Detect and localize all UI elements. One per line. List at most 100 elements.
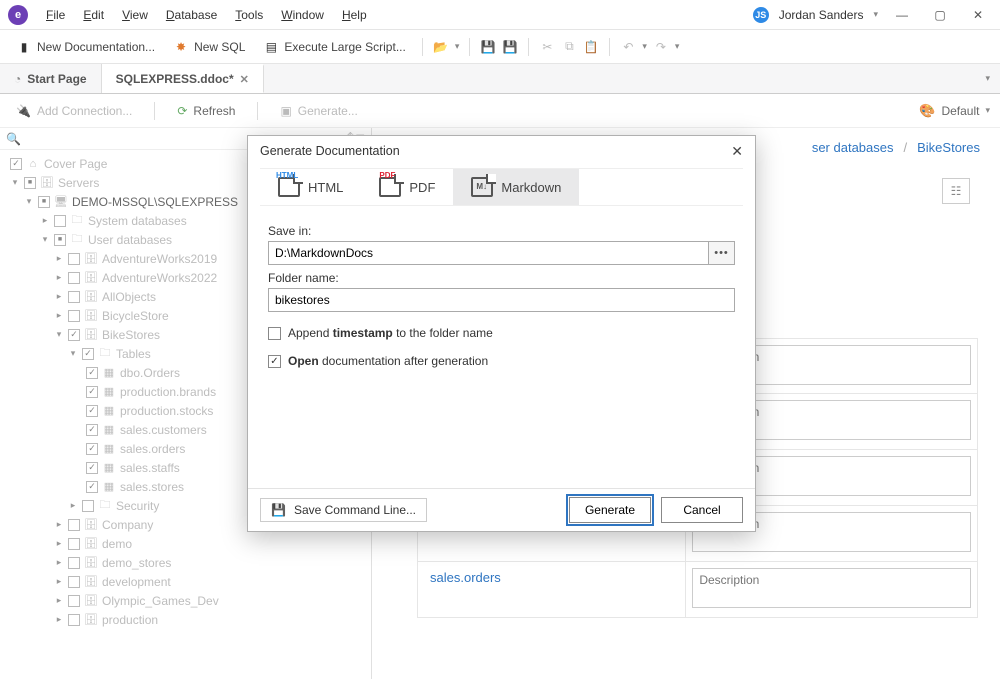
database-icon: 🗄 bbox=[84, 328, 98, 341]
tree-db-development[interactable]: ▸🗄development bbox=[6, 572, 371, 591]
expand-icon[interactable]: ▸ bbox=[54, 291, 64, 302]
expand-icon[interactable]: ▸ bbox=[54, 557, 64, 568]
format-tab-html[interactable]: HTML HTML bbox=[260, 169, 361, 205]
menu-edit[interactable]: Edit bbox=[75, 4, 112, 26]
menu-tools[interactable]: Tools bbox=[227, 4, 271, 26]
tab-overflow-icon[interactable]: ▾ bbox=[985, 73, 990, 84]
checkbox[interactable] bbox=[68, 519, 80, 531]
tab-sqlexpress-ddoc[interactable]: SQLEXPRESS.ddoc* ✕ bbox=[102, 64, 264, 93]
user-avatar[interactable]: JS bbox=[753, 7, 769, 23]
checkbox[interactable] bbox=[54, 215, 66, 227]
save-icon[interactable]: 💾 bbox=[480, 39, 496, 55]
theme-selector[interactable]: 🎨 Default ▾ bbox=[919, 103, 990, 119]
tree-db-olympic_games_dev[interactable]: ▸🗄Olympic_Games_Dev bbox=[6, 591, 371, 610]
checkbox[interactable] bbox=[68, 272, 80, 284]
tab-close-icon[interactable]: ✕ bbox=[240, 73, 249, 86]
append-timestamp-checkbox[interactable] bbox=[268, 327, 281, 340]
expand-icon[interactable]: ▾ bbox=[40, 234, 50, 245]
undo-dropdown-icon[interactable]: ▾ bbox=[642, 41, 647, 52]
expand-icon[interactable]: ▸ bbox=[54, 272, 64, 283]
window-minimize-button[interactable]: — bbox=[888, 5, 916, 25]
expand-icon[interactable]: ▸ bbox=[54, 576, 64, 587]
tree-db-production[interactable]: ▸🗄production bbox=[6, 610, 371, 629]
checkbox[interactable] bbox=[86, 386, 98, 398]
expand-icon[interactable]: ▾ bbox=[68, 348, 78, 359]
checkbox[interactable] bbox=[86, 462, 98, 474]
expand-icon[interactable]: ▾ bbox=[10, 177, 20, 188]
browse-button[interactable]: ••• bbox=[709, 241, 735, 265]
tree-db-demo[interactable]: ▸🗄demo bbox=[6, 534, 371, 553]
menu-database[interactable]: Database bbox=[158, 4, 225, 26]
window-close-button[interactable]: ✕ bbox=[964, 5, 992, 25]
expand-icon[interactable]: ▸ bbox=[54, 310, 64, 321]
open-icon[interactable]: 📂 bbox=[433, 39, 449, 55]
user-dropdown-icon[interactable]: ▾ bbox=[873, 9, 878, 20]
checkbox[interactable] bbox=[68, 310, 80, 322]
paste-icon[interactable]: 📋 bbox=[583, 39, 599, 55]
menu-window[interactable]: Window bbox=[273, 4, 332, 26]
checkbox[interactable] bbox=[68, 557, 80, 569]
append-timestamp-row[interactable]: Append timestamp to the folder name bbox=[268, 326, 735, 340]
cancel-button[interactable]: Cancel bbox=[661, 497, 743, 523]
execute-large-script-button[interactable]: ▤ Execute Large Script... bbox=[257, 35, 411, 59]
expand-icon[interactable]: ▸ bbox=[54, 519, 64, 530]
save-all-icon[interactable]: 💾 bbox=[502, 39, 518, 55]
expand-icon[interactable]: ▸ bbox=[54, 595, 64, 606]
expand-icon[interactable]: ▸ bbox=[68, 500, 78, 511]
copy-icon[interactable]: ⧉ bbox=[561, 39, 577, 55]
cut-icon[interactable]: ✂ bbox=[539, 39, 555, 55]
expand-icon[interactable]: ▸ bbox=[54, 538, 64, 549]
checkbox[interactable] bbox=[86, 405, 98, 417]
checkbox[interactable] bbox=[82, 500, 94, 512]
user-name[interactable]: Jordan Sanders bbox=[779, 8, 864, 22]
open-after-checkbox[interactable] bbox=[268, 355, 281, 368]
checkbox[interactable] bbox=[86, 424, 98, 436]
expand-icon[interactable]: ▾ bbox=[54, 329, 64, 340]
tab-start-page[interactable]: ◔ Start Page bbox=[0, 64, 102, 93]
menu-view[interactable]: View bbox=[114, 4, 156, 26]
save-in-input[interactable] bbox=[268, 241, 709, 265]
redo-icon[interactable]: ↷ bbox=[653, 39, 669, 55]
checkbox[interactable] bbox=[10, 158, 22, 170]
redo-dropdown-icon[interactable]: ▾ bbox=[675, 41, 680, 52]
checkbox[interactable] bbox=[68, 595, 80, 607]
open-after-row[interactable]: Open documentation after generation bbox=[268, 354, 735, 368]
expand-icon[interactable]: ▸ bbox=[54, 614, 64, 625]
checkbox[interactable] bbox=[68, 614, 80, 626]
format-tab-markdown[interactable]: M↓ Markdown bbox=[453, 169, 579, 205]
menu-help[interactable]: Help bbox=[334, 4, 375, 26]
new-documentation-button[interactable]: ▮ New Documentation... bbox=[10, 35, 161, 59]
refresh-icon: ⟳ bbox=[177, 104, 187, 118]
folder-name-input[interactable] bbox=[268, 288, 735, 312]
undo-icon[interactable]: ↶ bbox=[620, 39, 636, 55]
checkbox[interactable] bbox=[54, 234, 66, 246]
checkbox[interactable] bbox=[68, 329, 80, 341]
plug-icon: 🔌 bbox=[16, 104, 31, 118]
open-dropdown-icon[interactable]: ▾ bbox=[455, 41, 460, 52]
checkbox[interactable] bbox=[82, 348, 94, 360]
window-maximize-button[interactable]: ▢ bbox=[926, 5, 954, 25]
expand-icon[interactable]: ▸ bbox=[40, 215, 50, 226]
expand-icon[interactable]: ▸ bbox=[54, 253, 64, 264]
menu-file[interactable]: File bbox=[38, 4, 73, 26]
checkbox[interactable] bbox=[86, 443, 98, 455]
checkbox[interactable] bbox=[68, 253, 80, 265]
add-connection-button[interactable]: 🔌 Add Connection... bbox=[10, 101, 138, 121]
refresh-button[interactable]: ⟳ Refresh bbox=[171, 101, 241, 121]
new-sql-button[interactable]: ✸ New SQL bbox=[167, 35, 251, 59]
pdf-file-icon: PDF bbox=[379, 177, 401, 197]
dialog-close-button[interactable]: ✕ bbox=[731, 143, 743, 160]
checkbox[interactable] bbox=[24, 177, 36, 189]
checkbox[interactable] bbox=[38, 196, 50, 208]
expand-icon[interactable]: ▾ bbox=[24, 196, 34, 207]
checkbox[interactable] bbox=[68, 576, 80, 588]
format-tab-pdf[interactable]: PDF PDF bbox=[361, 169, 453, 205]
generate-button[interactable]: ▣ Generate... bbox=[274, 101, 363, 121]
checkbox[interactable] bbox=[68, 291, 80, 303]
checkbox[interactable] bbox=[86, 481, 98, 493]
tree-db-demo_stores[interactable]: ▸🗄demo_stores bbox=[6, 553, 371, 572]
save-command-line-button[interactable]: 💾 Save Command Line... bbox=[260, 498, 427, 522]
checkbox[interactable] bbox=[68, 538, 80, 550]
checkbox[interactable] bbox=[86, 367, 98, 379]
generate-confirm-button[interactable]: Generate bbox=[569, 497, 651, 523]
